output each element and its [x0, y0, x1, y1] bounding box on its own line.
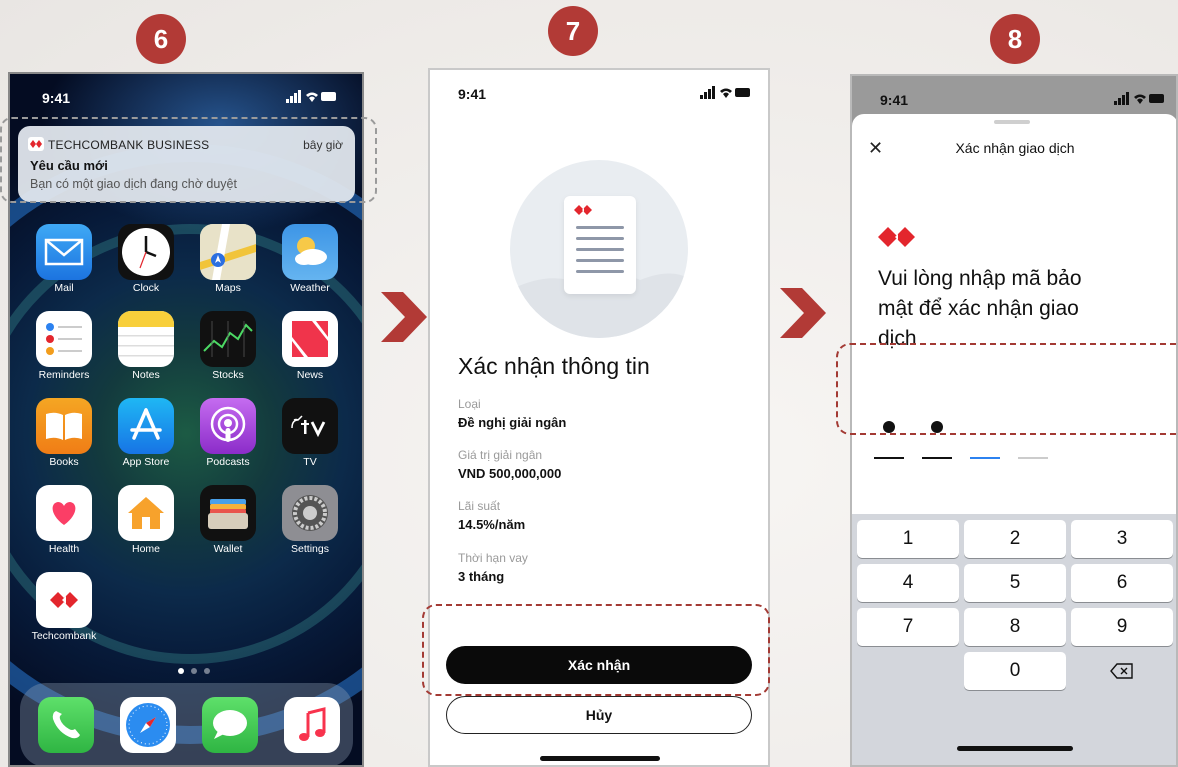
field-value: 3 tháng — [458, 569, 505, 584]
books-icon[interactable] — [36, 398, 92, 454]
field-value: Đề nghị giải ngân — [458, 415, 567, 430]
signal-wifi-battery-icon — [700, 86, 750, 99]
key-1[interactable]: 1 — [857, 520, 959, 558]
confirm-highlight — [422, 604, 770, 696]
app-label: Reminders — [38, 369, 90, 381]
podcasts-icon[interactable] — [200, 398, 256, 454]
signal-wifi-battery-icon — [286, 90, 336, 103]
field-label: Thời hạn vay — [458, 551, 528, 565]
home-indicator — [957, 746, 1073, 751]
notification-highlight — [0, 117, 377, 203]
step-badge-7: 7 — [548, 6, 598, 56]
app-label: Settings — [291, 543, 329, 555]
field-label: Giá trị giải ngân — [458, 448, 543, 462]
sheet-grabber[interactable] — [994, 120, 1030, 124]
news-icon[interactable] — [282, 311, 338, 367]
field-value: VND 500,000,000 — [458, 466, 562, 481]
app-label: Techcombank — [31, 630, 97, 642]
key-6[interactable]: 6 — [1071, 564, 1173, 602]
app-label: Notes — [132, 369, 160, 381]
numeric-keypad: 1 2 3 4 5 6 7 8 9 0 — [852, 514, 1176, 765]
status-bar: 9:41 — [852, 76, 1176, 116]
bottom-sheet: ✕ Xác nhận giao dịch Vui lòng nhập mã bả… — [852, 114, 1176, 765]
next-arrow-icon — [780, 288, 826, 338]
messages-icon[interactable] — [202, 697, 258, 753]
key-8[interactable]: 8 — [964, 608, 1066, 646]
status-time: 9:41 — [458, 86, 487, 102]
key-5[interactable]: 5 — [964, 564, 1066, 602]
app-label: Health — [48, 543, 80, 555]
app-label: Clock — [132, 282, 160, 294]
maps-icon[interactable] — [200, 224, 256, 280]
key-0[interactable]: 0 — [964, 652, 1066, 690]
key-9[interactable]: 9 — [1071, 608, 1173, 646]
app-label: Stocks — [212, 369, 244, 381]
stocks-icon[interactable] — [200, 311, 256, 367]
app-store-icon[interactable] — [118, 398, 174, 454]
home-icon[interactable] — [118, 485, 174, 541]
phone-icon[interactable] — [38, 697, 94, 753]
home-indicator — [540, 756, 660, 761]
signal-wifi-battery-icon — [1114, 92, 1164, 105]
app-label: Mail — [54, 282, 74, 294]
app-label: Home — [131, 543, 160, 555]
field-label: Loại — [458, 397, 481, 411]
status-bar: 9:41 — [430, 70, 768, 110]
sheet-title: Xác nhận giao dịch — [955, 140, 1075, 156]
weather-icon[interactable] — [282, 224, 338, 280]
key-4[interactable]: 4 — [857, 564, 959, 602]
otp-instruction: Vui lòng nhập mã bảo mật để xác nhận gia… — [878, 267, 1082, 350]
document-illustration — [510, 160, 688, 338]
app-label: App Store — [122, 456, 170, 468]
mail-icon[interactable] — [36, 224, 92, 280]
step-badge-6: 6 — [136, 14, 186, 64]
otp-highlight — [836, 343, 1178, 435]
field-label: Lãi suất — [458, 499, 501, 513]
page-title: Xác nhận thông tin — [458, 353, 650, 379]
safari-icon[interactable] — [120, 697, 176, 753]
key-7[interactable]: 7 — [857, 608, 959, 646]
app-label: Wallet — [213, 543, 243, 555]
page-indicator — [178, 668, 210, 674]
next-arrow-icon — [381, 292, 427, 342]
techcombank-icon[interactable] — [36, 572, 92, 628]
reminders-icon[interactable] — [36, 311, 92, 367]
health-icon[interactable] — [36, 485, 92, 541]
music-icon[interactable] — [284, 697, 340, 753]
clock-icon[interactable] — [118, 224, 174, 280]
field-value: 14.5%/năm — [458, 517, 526, 532]
settings-icon[interactable] — [282, 485, 338, 541]
status-time: 9:41 — [880, 92, 909, 108]
key-2[interactable]: 2 — [964, 520, 1066, 558]
status-bar: 9:41 — [10, 74, 362, 114]
wallet-icon[interactable] — [200, 485, 256, 541]
status-time: 9:41 — [42, 90, 71, 106]
app-label: Books — [49, 456, 79, 468]
app-label: Maps — [215, 282, 241, 294]
step-badge-8: 8 — [990, 14, 1040, 64]
document-icon — [564, 196, 636, 294]
app-label: News — [296, 369, 324, 381]
app-label: TV — [303, 456, 317, 468]
notes-icon[interactable] — [118, 311, 174, 367]
tv-icon[interactable] — [282, 398, 338, 454]
key-3[interactable]: 3 — [1071, 520, 1173, 558]
app-label: Podcasts — [206, 456, 250, 468]
techcombank-logo-icon — [878, 227, 915, 247]
backspace-icon[interactable] — [1071, 652, 1173, 690]
cancel-button[interactable]: Hủy — [446, 696, 752, 734]
app-label: Weather — [290, 282, 330, 294]
